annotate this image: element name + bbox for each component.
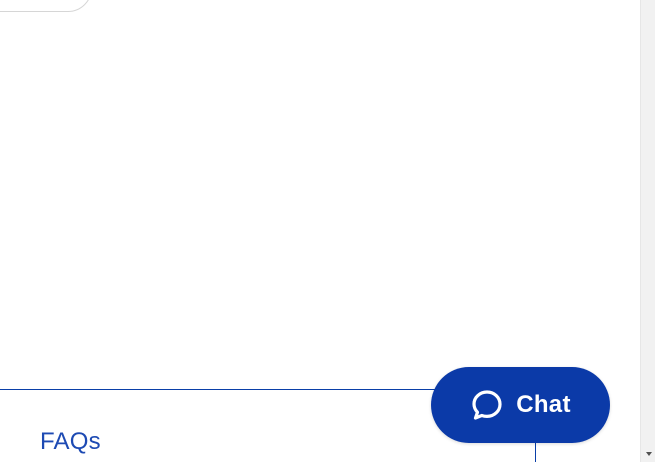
faqs-link[interactable]: FAQs bbox=[40, 428, 101, 456]
vertical-scrollbar[interactable] bbox=[640, 0, 655, 462]
content-card-partial bbox=[0, 0, 92, 12]
chat-label: Chat bbox=[516, 391, 571, 418]
chat-button[interactable]: Chat bbox=[431, 367, 610, 443]
scroll-down-arrow-icon[interactable] bbox=[646, 452, 652, 456]
page-viewport: FAQs Chat bbox=[0, 0, 655, 462]
chat-bubble-icon bbox=[470, 388, 504, 422]
